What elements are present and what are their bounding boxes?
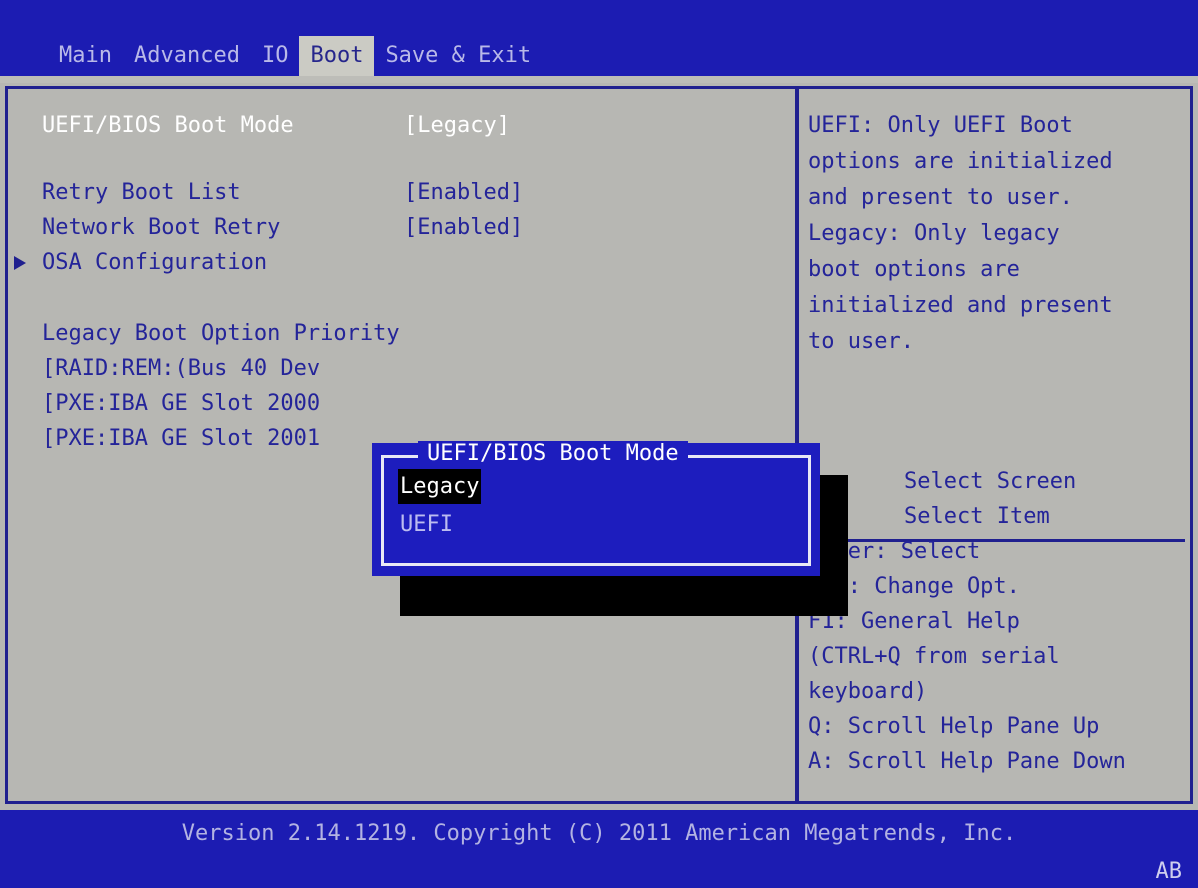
- tab-save-exit[interactable]: Save & Exit: [374, 36, 542, 76]
- help-text-line: and present to user.: [808, 185, 1073, 210]
- setting-row[interactable]: UEFI/BIOS Boot Mode [Legacy]: [0, 108, 795, 143]
- setting-row[interactable]: Retry Boot List [Enabled]: [0, 175, 795, 210]
- help-text-line: to user.: [808, 329, 914, 354]
- boot-priority-group-title: Legacy Boot Option Priority: [42, 321, 400, 346]
- setting-value[interactable]: [Enabled]: [404, 175, 523, 210]
- menu-bar-underline: [0, 76, 1198, 83]
- boot-option-entry[interactable]: [PXE:IBA GE Slot 2001: [42, 421, 320, 456]
- tab-io[interactable]: IO: [251, 36, 300, 76]
- setting-label: Retry Boot List: [42, 180, 241, 205]
- setting-row[interactable]: Network Boot Retry [Enabled]: [0, 210, 795, 245]
- boot-option-entry[interactable]: [PXE:IBA GE Slot 2000: [42, 386, 320, 421]
- app-title-bar: Aptio Setup Utility - Copyright (C) 2011…: [0, 0, 1198, 66]
- content-area: UEFI/BIOS Boot Mode [Legacy] Retry Boot Li…: [0, 83, 1198, 888]
- setting-value[interactable]: [Enabled]: [404, 210, 523, 245]
- setting-label: Network Boot Retry: [42, 215, 281, 240]
- boot-option-entry[interactable]: [RAID:REM:(Bus 40 Dev: [42, 351, 320, 386]
- help-text-line: Legacy: Only legacy: [808, 221, 1060, 246]
- hotkey-line: keyboard): [808, 679, 928, 704]
- footer-version-text: Version 2.14.1219. Copyright (C) 2011 Am…: [181, 821, 1017, 846]
- footer-corner-label: AB: [1155, 859, 1183, 884]
- tab-boot[interactable]: Boot: [299, 36, 375, 76]
- dialog-title: UEFI/BIOS Boot Mode: [418, 441, 688, 467]
- help-text-line: initialized and present: [808, 293, 1113, 318]
- tab-advanced[interactable]: Advanced: [123, 36, 251, 76]
- hotkey-line: A: Scroll Help Pane Down: [808, 749, 1126, 774]
- submenu-arrow-icon: [14, 256, 26, 270]
- boot-mode-dialog[interactable]: UEFI/BIOS Boot Mode Legacy UEFI: [372, 441, 820, 576]
- tab-main[interactable]: Main: [48, 36, 123, 76]
- footer-bar: Version 2.14.1219. Copyright (C) 2011 Am…: [0, 810, 1198, 888]
- menu-tabs: Main Advanced IO Boot Save & Exit: [48, 36, 542, 76]
- setting-label: UEFI/BIOS Boot Mode: [42, 113, 294, 138]
- setting-row[interactable]: OSA Configuration: [0, 245, 795, 280]
- help-panel: UEFI: Only UEFI Boot options are initiali…: [799, 83, 1188, 888]
- help-text-line: boot options are: [808, 257, 1020, 282]
- hotkey-line: Q: Scroll Help Pane Up: [808, 714, 1100, 739]
- menu-bar: Main Advanced IO Boot Save & Exit: [0, 36, 1198, 76]
- help-text-line: options are initialized: [808, 149, 1113, 174]
- help-text-line: UEFI: Only UEFI Boot: [808, 113, 1073, 138]
- bios-setup-screen: Aptio Setup Utility - Copyright (C) 2011…: [0, 0, 1198, 888]
- setting-label: OSA Configuration: [42, 250, 268, 275]
- setting-value[interactable]: [Legacy]: [404, 108, 510, 143]
- hotkey-line: Select Item: [904, 504, 1050, 529]
- dialog-option-uefi[interactable]: UEFI: [398, 507, 455, 542]
- dialog-option-legacy[interactable]: Legacy: [398, 469, 482, 504]
- hotkey-line: Select Screen: [904, 469, 1077, 494]
- hotkey-line: (CTRL+Q from serial: [808, 644, 1060, 669]
